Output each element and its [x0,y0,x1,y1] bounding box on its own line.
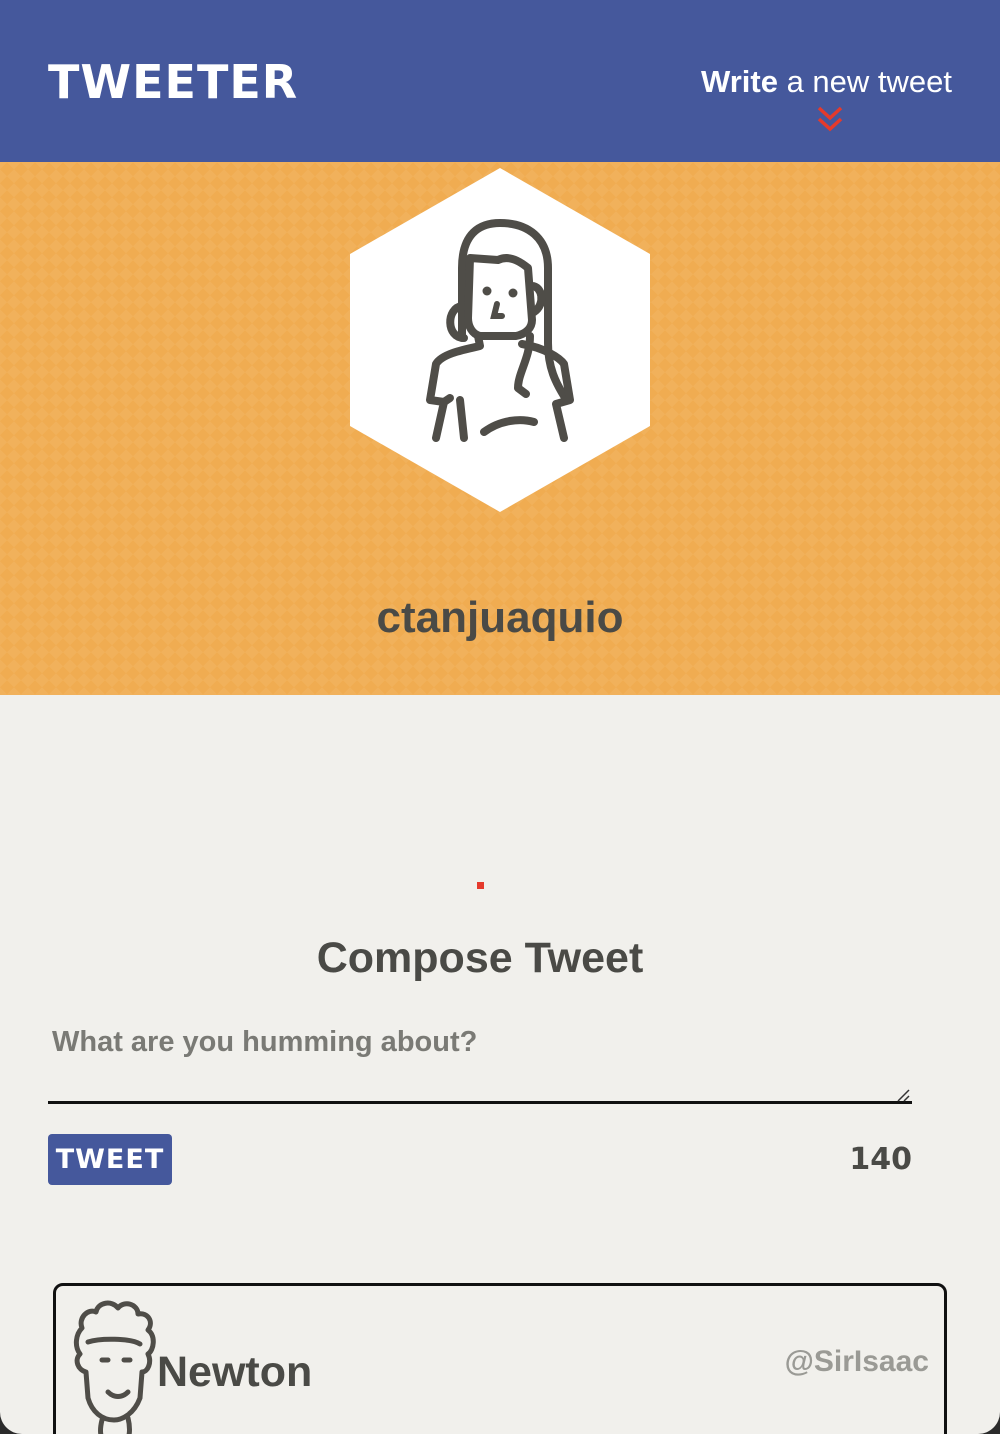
app-frame: TWEETER Write a new tweet ctanjuaquio Co… [0,0,1000,1434]
character-counter: 140 [849,1142,912,1177]
profile-header: ctanjuaquio [0,162,1000,695]
compose-title: Compose Tweet [316,934,644,982]
logo: TWEETER [48,55,299,109]
status-dot [477,882,484,889]
curly-hair-man-avatar-icon [73,1300,156,1434]
tweet-card: Newton @SirIsaac [53,1283,947,1434]
double-chevron-down-icon[interactable] [815,105,845,135]
write-link-bold: Write [701,64,778,99]
tweet-button[interactable]: TWEET [48,1134,172,1185]
write-link-rest: a new tweet [777,64,952,99]
write-new-tweet-link[interactable]: Write a new tweet [701,62,952,102]
tweet-author-handle: @SirIsaac [784,1345,929,1378]
profile-username: ctanjuaquio [376,593,624,642]
tweet-author-name: Newton [157,1348,313,1396]
tweet-textarea[interactable] [48,1020,912,1104]
woman-avatar-icon [350,168,650,512]
top-nav: TWEETER Write a new tweet [0,0,1000,162]
resize-grip-icon[interactable] [894,1086,910,1102]
